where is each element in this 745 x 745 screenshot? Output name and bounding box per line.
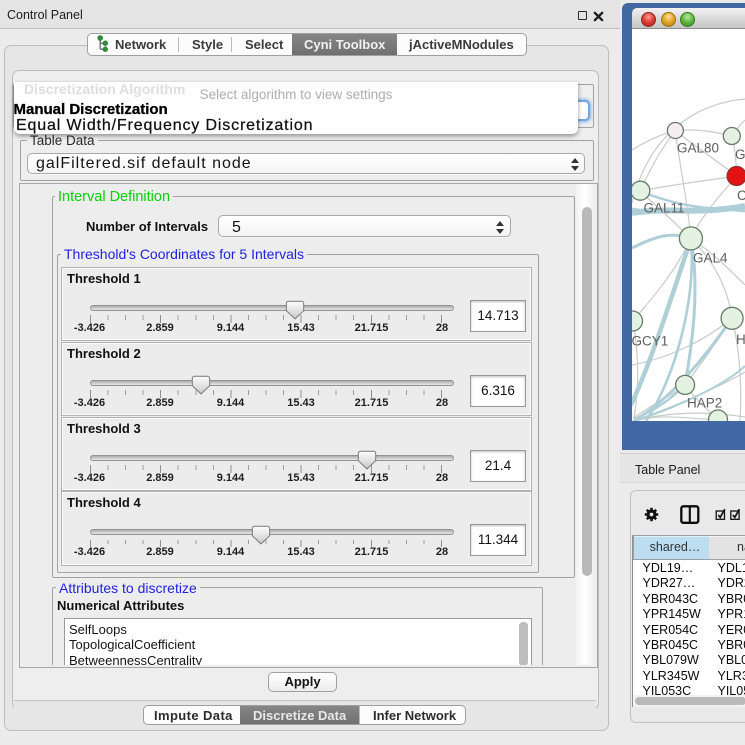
svg-text:GAL80: GAL80 bbox=[677, 141, 719, 156]
svg-text:CY: CY bbox=[737, 188, 745, 203]
svg-text:GAL4: GAL4 bbox=[693, 251, 728, 266]
svg-text:HAP2: HAP2 bbox=[687, 396, 722, 411]
svg-text:GAL: GAL bbox=[735, 147, 745, 162]
svg-text:GCY1: GCY1 bbox=[632, 334, 668, 349]
svg-text:HIS4: HIS4 bbox=[736, 332, 745, 347]
svg-text:GAL11: GAL11 bbox=[644, 201, 685, 216]
